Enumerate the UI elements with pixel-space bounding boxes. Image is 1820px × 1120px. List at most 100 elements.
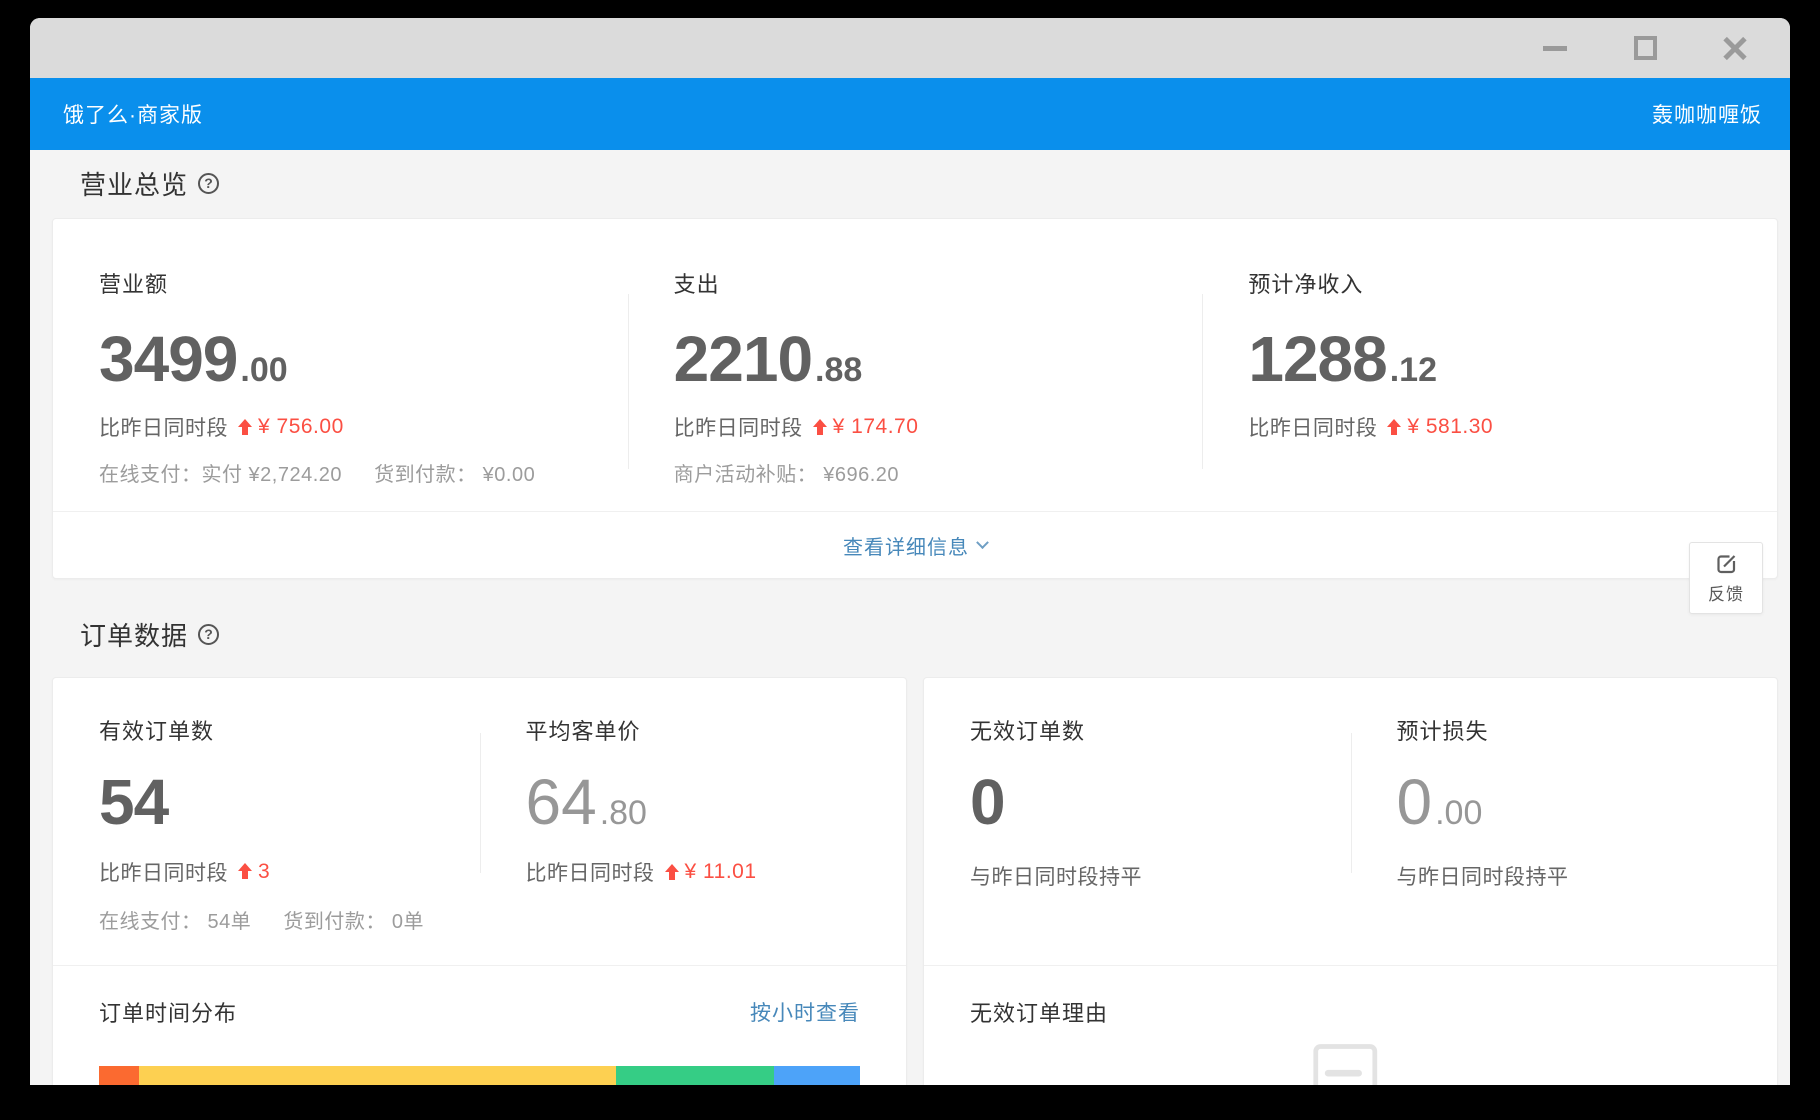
feedback-label: 反馈 bbox=[1708, 580, 1744, 605]
metric-estimated-loss: 预计损失 0 .00 与昨日同时段持平 bbox=[1351, 678, 1778, 965]
valid-orders-card: 有效订单数 54 比昨日同时段 3 在线支付： 54单 货到付款： 0单 bbox=[52, 677, 907, 1085]
invalid-reasons-header: 无效订单理由 bbox=[924, 996, 1777, 1028]
metric-sub-details: 商户活动补贴： ¥696.20 bbox=[674, 458, 1203, 487]
main-content: 营业总览 ? 营业额 3499 .00 比昨日同时段 ¥ 756.00 bbox=[30, 150, 1790, 1085]
metric-value-int: 64 bbox=[526, 772, 597, 833]
sub-detail-right: 货到付款： 0单 bbox=[283, 911, 424, 933]
metric-value: 64 .80 bbox=[526, 772, 907, 833]
metric-compare: 比昨日同时段 ¥ 174.70 bbox=[674, 412, 1203, 442]
close-button[interactable] bbox=[1722, 35, 1748, 61]
metric-value-int: 54 bbox=[99, 772, 168, 833]
up-arrow-icon bbox=[665, 864, 679, 881]
sub-detail-left: 商户活动补贴： ¥696.20 bbox=[674, 464, 899, 486]
empty-document-icon bbox=[1311, 1042, 1391, 1085]
compare-prefix: 比昨日同时段 bbox=[99, 857, 228, 887]
metric-value-int: 3499 bbox=[99, 329, 237, 390]
minimize-icon bbox=[1543, 46, 1567, 51]
metric-value-dec: .80 bbox=[600, 794, 647, 833]
metric-value-dec: .00 bbox=[1435, 794, 1482, 833]
orders-section-title: 订单数据 bbox=[80, 616, 188, 653]
help-icon[interactable]: ? bbox=[198, 173, 219, 194]
metric-value-int: 0 bbox=[1397, 772, 1433, 833]
app-title: 饿了么·商家版 bbox=[63, 99, 203, 129]
metric-invalid-orders: 无效订单数 0 与昨日同时段持平 bbox=[924, 678, 1351, 965]
metric-label: 平均客单价 bbox=[526, 714, 907, 746]
metric-value: 0 bbox=[970, 772, 1351, 833]
metric-value: 1288 .12 bbox=[1248, 329, 1777, 390]
view-by-hour-link[interactable]: 按小时查看 bbox=[750, 997, 860, 1027]
metric-label: 有效订单数 bbox=[99, 714, 480, 746]
metric-label: 预计损失 bbox=[1397, 714, 1778, 746]
compare-prefix: 比昨日同时段 bbox=[526, 857, 655, 887]
invalid-orders-card: 无效订单数 0 与昨日同时段持平 预计损失 0 .00 与昨日同时段持平 bbox=[923, 677, 1778, 1085]
up-arrow-icon bbox=[238, 419, 252, 436]
maximize-icon bbox=[1634, 36, 1657, 60]
order-time-bar bbox=[99, 1066, 860, 1085]
overview-card: 营业额 3499 .00 比昨日同时段 ¥ 756.00 在线支付：实付 ¥2,… bbox=[52, 218, 1778, 579]
minimize-button[interactable] bbox=[1542, 35, 1568, 61]
invalid-reasons-block: 无效订单理由 bbox=[924, 965, 1777, 1085]
close-icon bbox=[1722, 35, 1748, 61]
view-details-link[interactable]: 查看详细信息 bbox=[843, 531, 987, 560]
compare-prefix: 比昨日同时段 bbox=[674, 412, 803, 442]
overview-card-footer: 查看详细信息 bbox=[53, 511, 1777, 578]
sub-detail-right: 货到付款： ¥0.00 bbox=[374, 464, 535, 486]
sub-detail-left: 在线支付： 54单 bbox=[99, 911, 251, 933]
metric-compare: 比昨日同时段 ¥ 756.00 bbox=[99, 412, 628, 442]
overview-section-title: 营业总览 bbox=[80, 165, 188, 202]
metric-compare: 比昨日同时段 ¥ 581.30 bbox=[1248, 412, 1777, 442]
compare-prefix: 比昨日同时段 bbox=[99, 412, 228, 442]
help-icon[interactable]: ? bbox=[198, 624, 219, 645]
feedback-button[interactable]: 反馈 bbox=[1689, 542, 1763, 614]
metric-value: 3499 .00 bbox=[99, 329, 628, 390]
store-name[interactable]: 轰咖咖喱饭 bbox=[1652, 99, 1762, 129]
time-distribution-header: 订单时间分布 按小时查看 bbox=[53, 996, 906, 1028]
metric-value: 2210 .88 bbox=[674, 329, 1203, 390]
orders-section-header: 订单数据 ? bbox=[80, 611, 1778, 657]
chevron-down-icon bbox=[976, 536, 989, 549]
window-titlebar bbox=[30, 18, 1790, 78]
metric-note: 与昨日同时段持平 bbox=[1397, 857, 1778, 891]
metric-revenue: 营业额 3499 .00 比昨日同时段 ¥ 756.00 在线支付：实付 ¥2,… bbox=[53, 219, 628, 511]
metric-label: 无效订单数 bbox=[970, 714, 1351, 746]
time-distribution-block: 订单时间分布 按小时查看 bbox=[53, 965, 906, 1085]
sub-detail-left: 在线支付：实付 ¥2,724.20 bbox=[99, 464, 342, 486]
up-arrow-icon bbox=[1387, 419, 1401, 436]
metric-avg-price: 平均客单价 64 .80 比昨日同时段 ¥ 11.01 bbox=[480, 678, 907, 965]
overview-section-header: 营业总览 ? bbox=[80, 160, 1778, 206]
metric-label: 营业额 bbox=[99, 267, 628, 299]
app-window: 饿了么·商家版 轰咖咖喱饭 营业总览 ? 营业额 3499 .00 比昨日同时段 bbox=[30, 18, 1790, 1085]
up-arrow-icon bbox=[813, 419, 827, 436]
invalid-orders-metrics: 无效订单数 0 与昨日同时段持平 预计损失 0 .00 与昨日同时段持平 bbox=[924, 678, 1777, 965]
empty-state bbox=[924, 1042, 1777, 1085]
valid-orders-metrics: 有效订单数 54 比昨日同时段 3 在线支付： 54单 货到付款： 0单 bbox=[53, 678, 906, 965]
metric-value-dec: .12 bbox=[1390, 351, 1437, 390]
orders-cards-row: 有效订单数 54 比昨日同时段 3 在线支付： 54单 货到付款： 0单 bbox=[52, 677, 1778, 1085]
compare-delta: 3 bbox=[258, 860, 270, 884]
metric-net-income: 预计净收入 1288 .12 比昨日同时段 ¥ 581.30 bbox=[1202, 219, 1777, 511]
metric-expense: 支出 2210 .88 比昨日同时段 ¥ 174.70 商户活动补贴： ¥696… bbox=[628, 219, 1203, 511]
metric-note: 与昨日同时段持平 bbox=[970, 857, 1351, 891]
bar-segment bbox=[139, 1066, 616, 1085]
view-details-label: 查看详细信息 bbox=[843, 531, 969, 560]
metric-value-int: 0 bbox=[970, 772, 1005, 833]
metric-label: 支出 bbox=[674, 267, 1203, 299]
time-distribution-title: 订单时间分布 bbox=[99, 996, 237, 1028]
metric-value-dec: .88 bbox=[815, 351, 862, 390]
metric-value: 54 bbox=[99, 772, 480, 833]
metric-value-dec: .00 bbox=[240, 351, 287, 390]
metric-valid-orders: 有效订单数 54 比昨日同时段 3 在线支付： 54单 货到付款： 0单 bbox=[53, 678, 480, 965]
up-arrow-icon bbox=[238, 863, 252, 880]
compare-prefix: 比昨日同时段 bbox=[1248, 412, 1377, 442]
overview-columns: 营业额 3499 .00 比昨日同时段 ¥ 756.00 在线支付：实付 ¥2,… bbox=[53, 219, 1777, 511]
compare-delta: ¥ 174.70 bbox=[833, 415, 919, 439]
bar-segment bbox=[99, 1066, 139, 1085]
metric-compare: 比昨日同时段 3 bbox=[99, 857, 480, 887]
maximize-button[interactable] bbox=[1632, 35, 1658, 61]
compare-delta: ¥ 581.30 bbox=[1407, 415, 1493, 439]
metric-value-int: 1288 bbox=[1248, 329, 1386, 390]
compare-delta: ¥ 756.00 bbox=[258, 415, 344, 439]
metric-label: 预计净收入 bbox=[1248, 267, 1777, 299]
metric-value-int: 2210 bbox=[674, 329, 812, 390]
compare-delta: ¥ 11.01 bbox=[685, 860, 757, 884]
